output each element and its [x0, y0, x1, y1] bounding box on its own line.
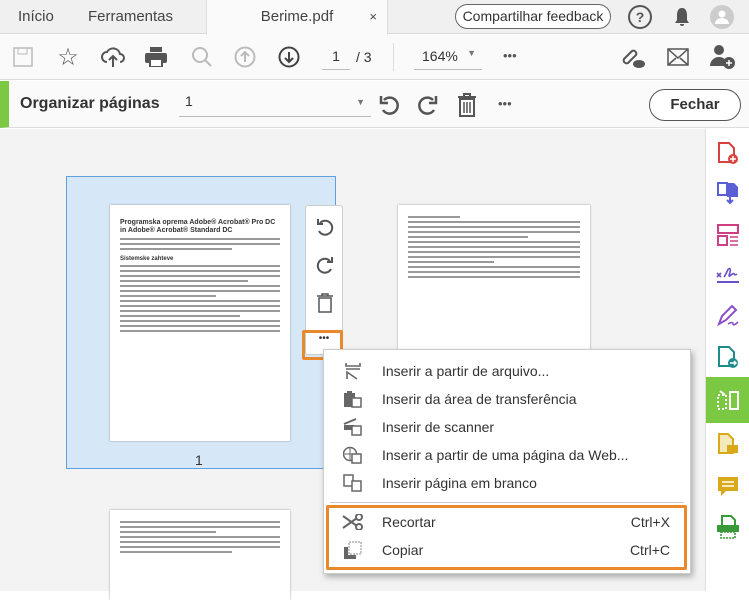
menu-item-label: Inserir a partir de uma página da Web...: [382, 447, 629, 463]
menu-item-insert-blank-page[interactable]: Inserir página em branco: [324, 469, 690, 497]
page-number-label: 1: [195, 452, 203, 468]
zoom-search-icon[interactable]: [190, 45, 214, 69]
page-thumbnail-3[interactable]: [110, 510, 290, 600]
scanner-icon: [324, 418, 382, 436]
zoom-select[interactable]: 164% ▼: [414, 48, 482, 70]
clipboard-icon: [324, 390, 382, 408]
menu-item-insert-from-web[interactable]: Inserir a partir de uma página da Web...: [324, 441, 690, 469]
share-link-icon[interactable]: [620, 45, 646, 69]
fill-sign-icon[interactable]: [706, 257, 749, 293]
thumbnail-heading: Sistemske zahteve: [120, 256, 174, 262]
star-icon[interactable]: ☆: [56, 44, 80, 71]
menu-item-insert-from-scanner[interactable]: Inserir de scanner: [324, 413, 690, 441]
menu-item-label: Inserir da área de transferência: [382, 391, 577, 407]
page-range-select[interactable]: 1 ▼: [179, 93, 371, 117]
zoom-value: 164%: [422, 48, 458, 64]
send-for-review-icon[interactable]: [706, 339, 749, 375]
page-number-input[interactable]: 1: [322, 48, 350, 70]
share-feedback-button[interactable]: Compartilhar feedback: [455, 4, 611, 29]
add-user-icon[interactable]: [710, 44, 736, 70]
insert-file-icon: [324, 362, 382, 380]
save-icon[interactable]: [12, 46, 34, 68]
export-pdf-icon[interactable]: [706, 175, 749, 211]
avatar[interactable]: [710, 5, 734, 29]
page-thumbnail-1[interactable]: Programska oprema Adobe® Acrobat® Pro DC…: [110, 205, 290, 441]
tab-bar: Início Ferramentas Berime.pdf × Compartil…: [0, 0, 749, 35]
menu-item-label: Inserir de scanner: [382, 419, 495, 435]
bell-icon[interactable]: [670, 5, 694, 29]
tab-home[interactable]: Início: [18, 0, 54, 34]
rotate-left-icon[interactable]: [377, 92, 403, 118]
next-page-icon[interactable]: [277, 45, 301, 69]
delete-icon[interactable]: [314, 292, 336, 314]
web-page-icon: [324, 446, 382, 464]
cut-copy-highlight: [326, 505, 687, 570]
page-total: / 3: [356, 49, 372, 65]
menu-separator: [330, 502, 684, 503]
create-pdf-icon[interactable]: [706, 135, 749, 171]
request-signature-icon[interactable]: [706, 297, 749, 333]
previous-page-icon[interactable]: [233, 45, 257, 69]
cloud-upload-icon[interactable]: [101, 45, 125, 69]
chevron-down-icon: ▼: [356, 97, 365, 107]
divider: [393, 43, 394, 71]
help-icon[interactable]: ?: [628, 5, 652, 29]
print-icon[interactable]: [144, 45, 168, 69]
comment-file-icon[interactable]: [706, 427, 749, 463]
chevron-down-icon: ▼: [467, 48, 476, 58]
organize-title: Organizar páginas: [20, 95, 160, 112]
organize-pages-bar: Organizar páginas 1 ▼ ••• Fechar: [0, 81, 749, 128]
menu-item-label: Inserir a partir de arquivo...: [382, 363, 550, 379]
tools-rail: [705, 129, 749, 591]
menu-item-insert-from-file[interactable]: Inserir a partir de arquivo...: [324, 357, 690, 385]
page-range-value: 1: [185, 93, 193, 109]
organize-pages-tool-icon[interactable]: [706, 377, 749, 423]
rotate-left-icon[interactable]: [314, 216, 336, 238]
thumbnail-title: Programska oprema Adobe® Acrobat® Pro DC…: [120, 219, 276, 234]
menu-item-label: Inserir página em branco: [382, 475, 537, 491]
email-icon[interactable]: [666, 45, 690, 69]
tab-document-label: Berime.pdf: [260, 8, 334, 25]
edit-pdf-icon[interactable]: [706, 217, 749, 253]
main-toolbar: ☆ 1 / 3 164% ▼ •••: [0, 35, 749, 80]
rotate-right-icon[interactable]: [314, 254, 336, 276]
blank-page-icon: [324, 474, 382, 492]
tab-document[interactable]: Berime.pdf ×: [206, 0, 388, 35]
menu-item-insert-from-clipboard[interactable]: Inserir da área de transferência: [324, 385, 690, 413]
organize-more-button[interactable]: •••: [498, 96, 512, 111]
close-button[interactable]: Fechar: [649, 89, 741, 121]
print-production-icon[interactable]: [706, 509, 749, 545]
close-tab-icon[interactable]: ×: [369, 0, 377, 34]
delete-icon[interactable]: [454, 91, 480, 119]
more-tools-button[interactable]: •••: [503, 48, 517, 63]
rotate-right-icon[interactable]: [414, 92, 440, 118]
tab-tools[interactable]: Ferramentas: [88, 0, 173, 34]
comment-icon[interactable]: [706, 469, 749, 505]
